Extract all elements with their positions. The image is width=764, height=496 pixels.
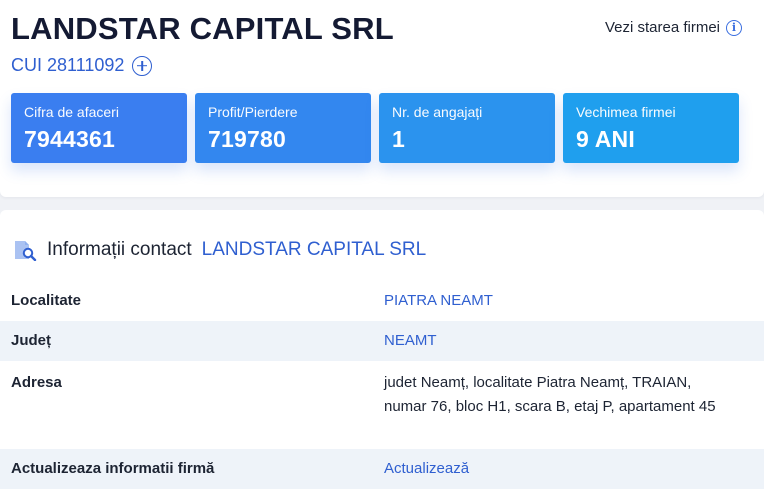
table-row: Localitate PIATRA NEAMT xyxy=(0,281,764,321)
stat-card-turnover: Cifra de afaceri 7944361 xyxy=(11,93,187,163)
stat-value: 9 ANI xyxy=(576,126,635,152)
stat-value: 1 xyxy=(392,126,405,152)
row-key: Adresa xyxy=(11,374,62,391)
stat-card-company-age: Vechimea firmei 9 ANI xyxy=(563,93,739,163)
stats-row: Cifra de afaceri 7944361 Profit/Pierdere… xyxy=(11,93,739,163)
company-status-link[interactable]: Vezi starea firmei i xyxy=(605,19,742,36)
stat-label: Vechimea firmei xyxy=(576,104,676,120)
document-search-icon xyxy=(13,239,37,262)
row-key: Județ xyxy=(11,332,52,349)
table-row: Județ NEAMT xyxy=(0,321,764,361)
row-key: Localitate xyxy=(11,292,82,309)
stat-value: 719780 xyxy=(208,126,286,152)
row-value: Actualizează xyxy=(372,460,764,489)
cui-number: CUI 28111092 xyxy=(11,55,125,75)
row-key: Actualizeaza informatii firmă xyxy=(11,460,215,477)
stat-label: Cifra de afaceri xyxy=(24,104,119,120)
plus-circle-icon[interactable] xyxy=(132,55,153,76)
contact-title-text: Informații contact xyxy=(47,239,192,260)
info-icon[interactable]: i xyxy=(726,19,742,36)
contact-section-title: Informații contact LANDSTAR CAPITAL SRL xyxy=(13,239,427,262)
update-info-link[interactable]: Actualizează xyxy=(384,460,469,477)
table-row: Actualizeaza informatii firmă Actualizea… xyxy=(0,449,764,489)
company-summary-card: LANDSTAR CAPITAL SRL CUI 28111092 Vezi s… xyxy=(0,0,764,197)
company-status-label: Vezi starea firmei xyxy=(604,19,720,36)
contact-info-card: Informații contact LANDSTAR CAPITAL SRL … xyxy=(0,210,764,496)
table-row: Adresa judet Neamț, localitate Piatra Ne… xyxy=(0,361,764,449)
stat-card-employees: Nr. de angajați 1 xyxy=(379,93,555,163)
stat-label: Profit/Pierdere xyxy=(208,104,298,120)
stat-value: 7944361 xyxy=(24,126,115,152)
row-value: NEAMT xyxy=(384,332,437,349)
row-value-address: judet Neamț, localitate Piatra Neamț, TR… xyxy=(384,374,716,415)
cui-row: CUI 28111092 xyxy=(11,55,153,76)
stat-card-profit: Profit/Pierdere 719780 xyxy=(195,93,371,163)
stat-label: Nr. de angajați xyxy=(392,104,483,120)
contact-title-company: LANDSTAR CAPITAL SRL xyxy=(201,239,427,260)
contact-table: Localitate PIATRA NEAMT Județ NEAMT Adre… xyxy=(0,281,764,489)
row-value: PIATRA NEAMT xyxy=(384,292,493,309)
company-name: LANDSTAR CAPITAL SRL xyxy=(11,11,394,46)
